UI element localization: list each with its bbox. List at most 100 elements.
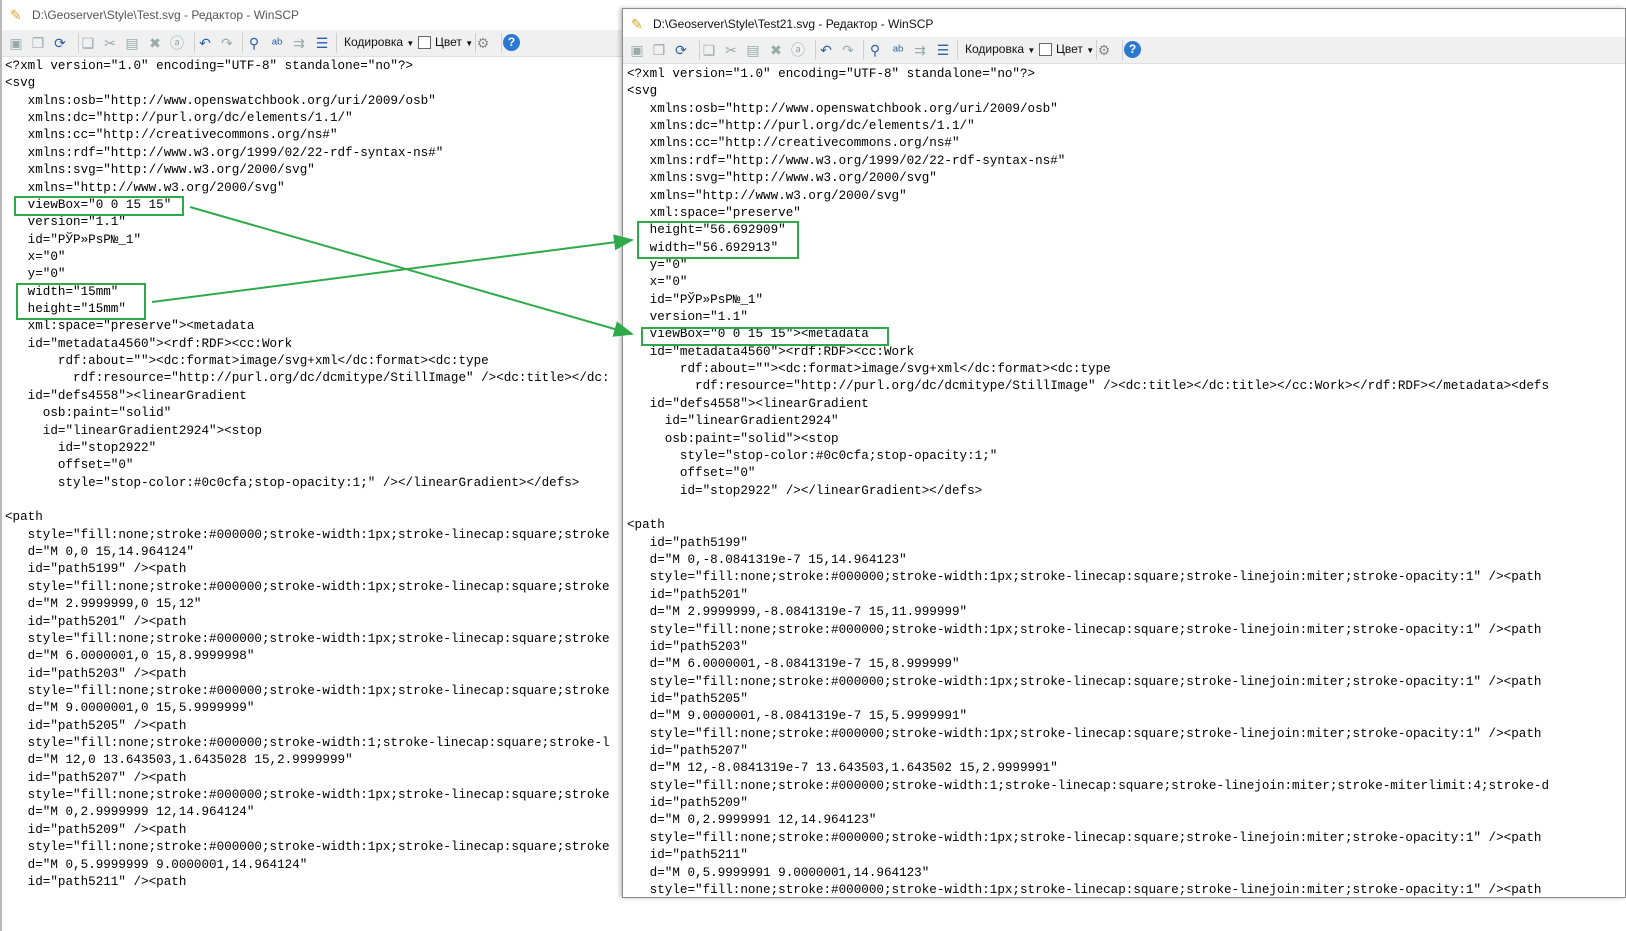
cut-icon[interactable]: ✂ <box>101 34 119 52</box>
code-line: <?xml version="1.0" encoding="UTF-8" sta… <box>5 59 414 73</box>
code-line: id="path5201" /><path <box>5 614 187 629</box>
gear-icon[interactable]: ⚙ <box>474 34 492 52</box>
title-bar: ✎ D:\Geoserver\Style\Test.svg - Редактор… <box>2 0 622 30</box>
color-dropdown[interactable]: Цвет ▼ <box>435 35 473 49</box>
code-line: style="fill:none;stroke:#000000;stroke-w… <box>627 882 1542 897</box>
code-line: id="path5211" <box>627 848 748 863</box>
help-icon[interactable]: ? <box>503 34 520 51</box>
replace-icon[interactable]: ᵃᵇ <box>268 34 286 52</box>
reload-icon[interactable]: ⟳ <box>672 41 690 59</box>
code-line: osb:paint="solid" <box>5 406 172 421</box>
code-line: id="linearGradient2924"><stop <box>5 423 262 438</box>
code-line: xmlns:rdf="http://www.w3.org/1999/02/22-… <box>627 153 1066 168</box>
save-icon[interactable]: ▣ <box>7 34 25 52</box>
code-line: y="0" <box>627 257 688 272</box>
code-line: xmlns:cc="http://creativecommons.org/ns#… <box>627 136 960 151</box>
code-line: d="M 9.0000001,0 15,5.9999999" <box>5 701 255 716</box>
encoding-dropdown[interactable]: Кодировка ▼ <box>965 42 1035 56</box>
toolbar-separator <box>699 40 700 60</box>
undo-icon[interactable]: ↶ <box>817 41 835 59</box>
save-icon[interactable]: ▣ <box>628 41 646 59</box>
color-checkbox[interactable] <box>418 36 431 49</box>
code-line: style="fill:none;stroke:#000000;stroke-w… <box>627 830 1542 845</box>
code-line: rdf:about=""><dc:format>image/svg+xml</d… <box>5 354 489 369</box>
code-line: <svg <box>627 84 658 99</box>
code-line: id="stop2922" /></linearGradient></defs> <box>627 483 983 498</box>
reload-icon[interactable]: ⟳ <box>51 34 69 52</box>
find-next-icon[interactable]: ⇉ <box>911 41 929 59</box>
goto-line-icon[interactable]: ☰ <box>313 34 331 52</box>
cut-icon[interactable]: ✂ <box>722 41 740 59</box>
code-line: id="path5211" /><path <box>5 874 187 889</box>
code-line: rdf:resource="http://purl.org/dc/dcmityp… <box>627 379 1550 394</box>
code-line: d="M 2.9999999,-8.0841319e-7 15,11.99999… <box>627 605 968 620</box>
encoding-label: Кодировка <box>965 42 1025 56</box>
paste-icon[interactable]: ▤ <box>744 41 762 59</box>
code-line: style="fill:none;stroke:#000000;stroke-w… <box>627 726 1542 741</box>
code-line: <path <box>627 518 665 533</box>
code-line: style="fill:none;stroke:#000000;stroke-w… <box>627 674 1542 689</box>
gear-icon[interactable]: ⚙ <box>1095 41 1113 59</box>
replace-icon[interactable]: ᵃᵇ <box>889 41 907 59</box>
code-line: d="M 12,-8.0841319e-7 13.643503,1.643502… <box>627 761 1058 776</box>
delete-icon[interactable]: ✖ <box>767 41 785 59</box>
code-editor[interactable]: <?xml version="1.0" encoding="UTF-8" sta… <box>627 66 1550 897</box>
undo-icon[interactable]: ↶ <box>196 34 214 52</box>
code-line: style="stop-color:#0c0cfa;stop-opacity:1… <box>627 448 998 463</box>
toolbar-separator <box>1122 40 1123 60</box>
code-line: xmlns:dc="http://purl.org/dc/elements/1.… <box>627 119 975 134</box>
toolbar-separator <box>194 33 195 53</box>
code-line: id="path5201" <box>627 587 748 602</box>
paste-icon[interactable]: ▤ <box>123 34 141 52</box>
code-line: id="РЎР»РѕР№_1" <box>5 232 142 247</box>
redo-icon[interactable]: ↷ <box>839 41 857 59</box>
highlight-viewbox-left <box>14 196 184 216</box>
chevron-down-icon: ▼ <box>406 39 415 48</box>
delete-icon[interactable]: ✖ <box>146 34 164 52</box>
code-line: style="fill:none;stroke:#000000;stroke-w… <box>627 778 1550 793</box>
redo-icon[interactable]: ↷ <box>218 34 236 52</box>
code-editor[interactable]: <?xml version="1.0" encoding="UTF-8" sta… <box>5 58 610 891</box>
code-line: id="path5203" /><path <box>5 666 187 681</box>
notepad-icon: ✎ <box>631 16 643 32</box>
code-line: offset="0" <box>627 466 756 481</box>
code-line: d="M 0,-8.0841319e-7 15,14.964123" <box>627 553 907 568</box>
toolbar-separator <box>863 40 864 60</box>
color-dropdown[interactable]: Цвет ▼ <box>1056 42 1094 56</box>
editor-window-test-svg: ✎ D:\Geoserver\Style\Test.svg - Редактор… <box>0 0 622 931</box>
goto-line-icon[interactable]: ☰ <box>934 41 952 59</box>
toolbar: ▣ ❐ ⟳ ❏ ✂ ▤ ✖ ⓐ ↶ ↷ ⚲ ᵃᵇ ⇉ ☰ Кодировка ▼ Цвет ▼ ⚙? <box>623 37 1625 64</box>
copy-icon[interactable]: ❏ <box>79 34 97 52</box>
save-all-icon[interactable]: ❐ <box>29 34 47 52</box>
code-line: offset="0" <box>5 458 134 473</box>
encoding-dropdown[interactable]: Кодировка ▼ <box>344 35 414 49</box>
code-line: id="metadata4560"><rdf:RDF><cc:Work <box>627 344 915 359</box>
help-icon[interactable]: ? <box>1124 41 1141 58</box>
find-icon[interactable]: ⚲ <box>245 34 263 52</box>
toolbar: ▣ ❐ ⟳ ❏ ✂ ▤ ✖ ⓐ ↶ ↷ ⚲ ᵃᵇ ⇉ ☰ Кодировка ▼ Цвет ▼ ⚙? <box>2 30 622 57</box>
toolbar-separator <box>501 33 502 53</box>
find-next-icon[interactable]: ⇉ <box>290 34 308 52</box>
code-line: id="path5199" <box>627 535 748 550</box>
highlight-viewbox-right <box>641 327 889 346</box>
color-checkbox[interactable] <box>1039 43 1052 56</box>
highlight-size-left <box>16 283 146 320</box>
code-line: xmlns:svg="http://www.w3.org/2000/svg" <box>5 163 315 178</box>
save-all-icon[interactable]: ❐ <box>650 41 668 59</box>
code-line: style="fill:none;stroke:#000000;stroke-w… <box>5 527 610 542</box>
code-line: rdf:about=""><dc:format>image/svg+xml</d… <box>627 362 1111 377</box>
editor-window-test21-svg: ✎ D:\Geoserver\Style\Test21.svg - Редакт… <box>622 8 1626 898</box>
select-all-icon[interactable]: ⓐ <box>789 41 807 59</box>
code-line: d="M 6.0000001,-8.0841319e-7 15,8.999999… <box>627 657 960 672</box>
copy-icon[interactable]: ❏ <box>700 41 718 59</box>
code-line: <?xml version="1.0" encoding="UTF-8" sta… <box>627 67 1036 81</box>
code-line: x="0" <box>627 275 688 290</box>
code-line: id="path5207" /><path <box>5 770 187 785</box>
code-line: d="M 9.0000001,-8.0841319e-7 15,5.999999… <box>627 709 968 724</box>
code-line: style="fill:none;stroke:#000000;stroke-w… <box>5 683 610 698</box>
find-icon[interactable]: ⚲ <box>866 41 884 59</box>
select-all-icon[interactable]: ⓐ <box>168 34 186 52</box>
code-line: id="path5209" /><path <box>5 822 187 837</box>
code-line: xmlns:osb="http://www.openswatchbook.org… <box>5 93 436 108</box>
